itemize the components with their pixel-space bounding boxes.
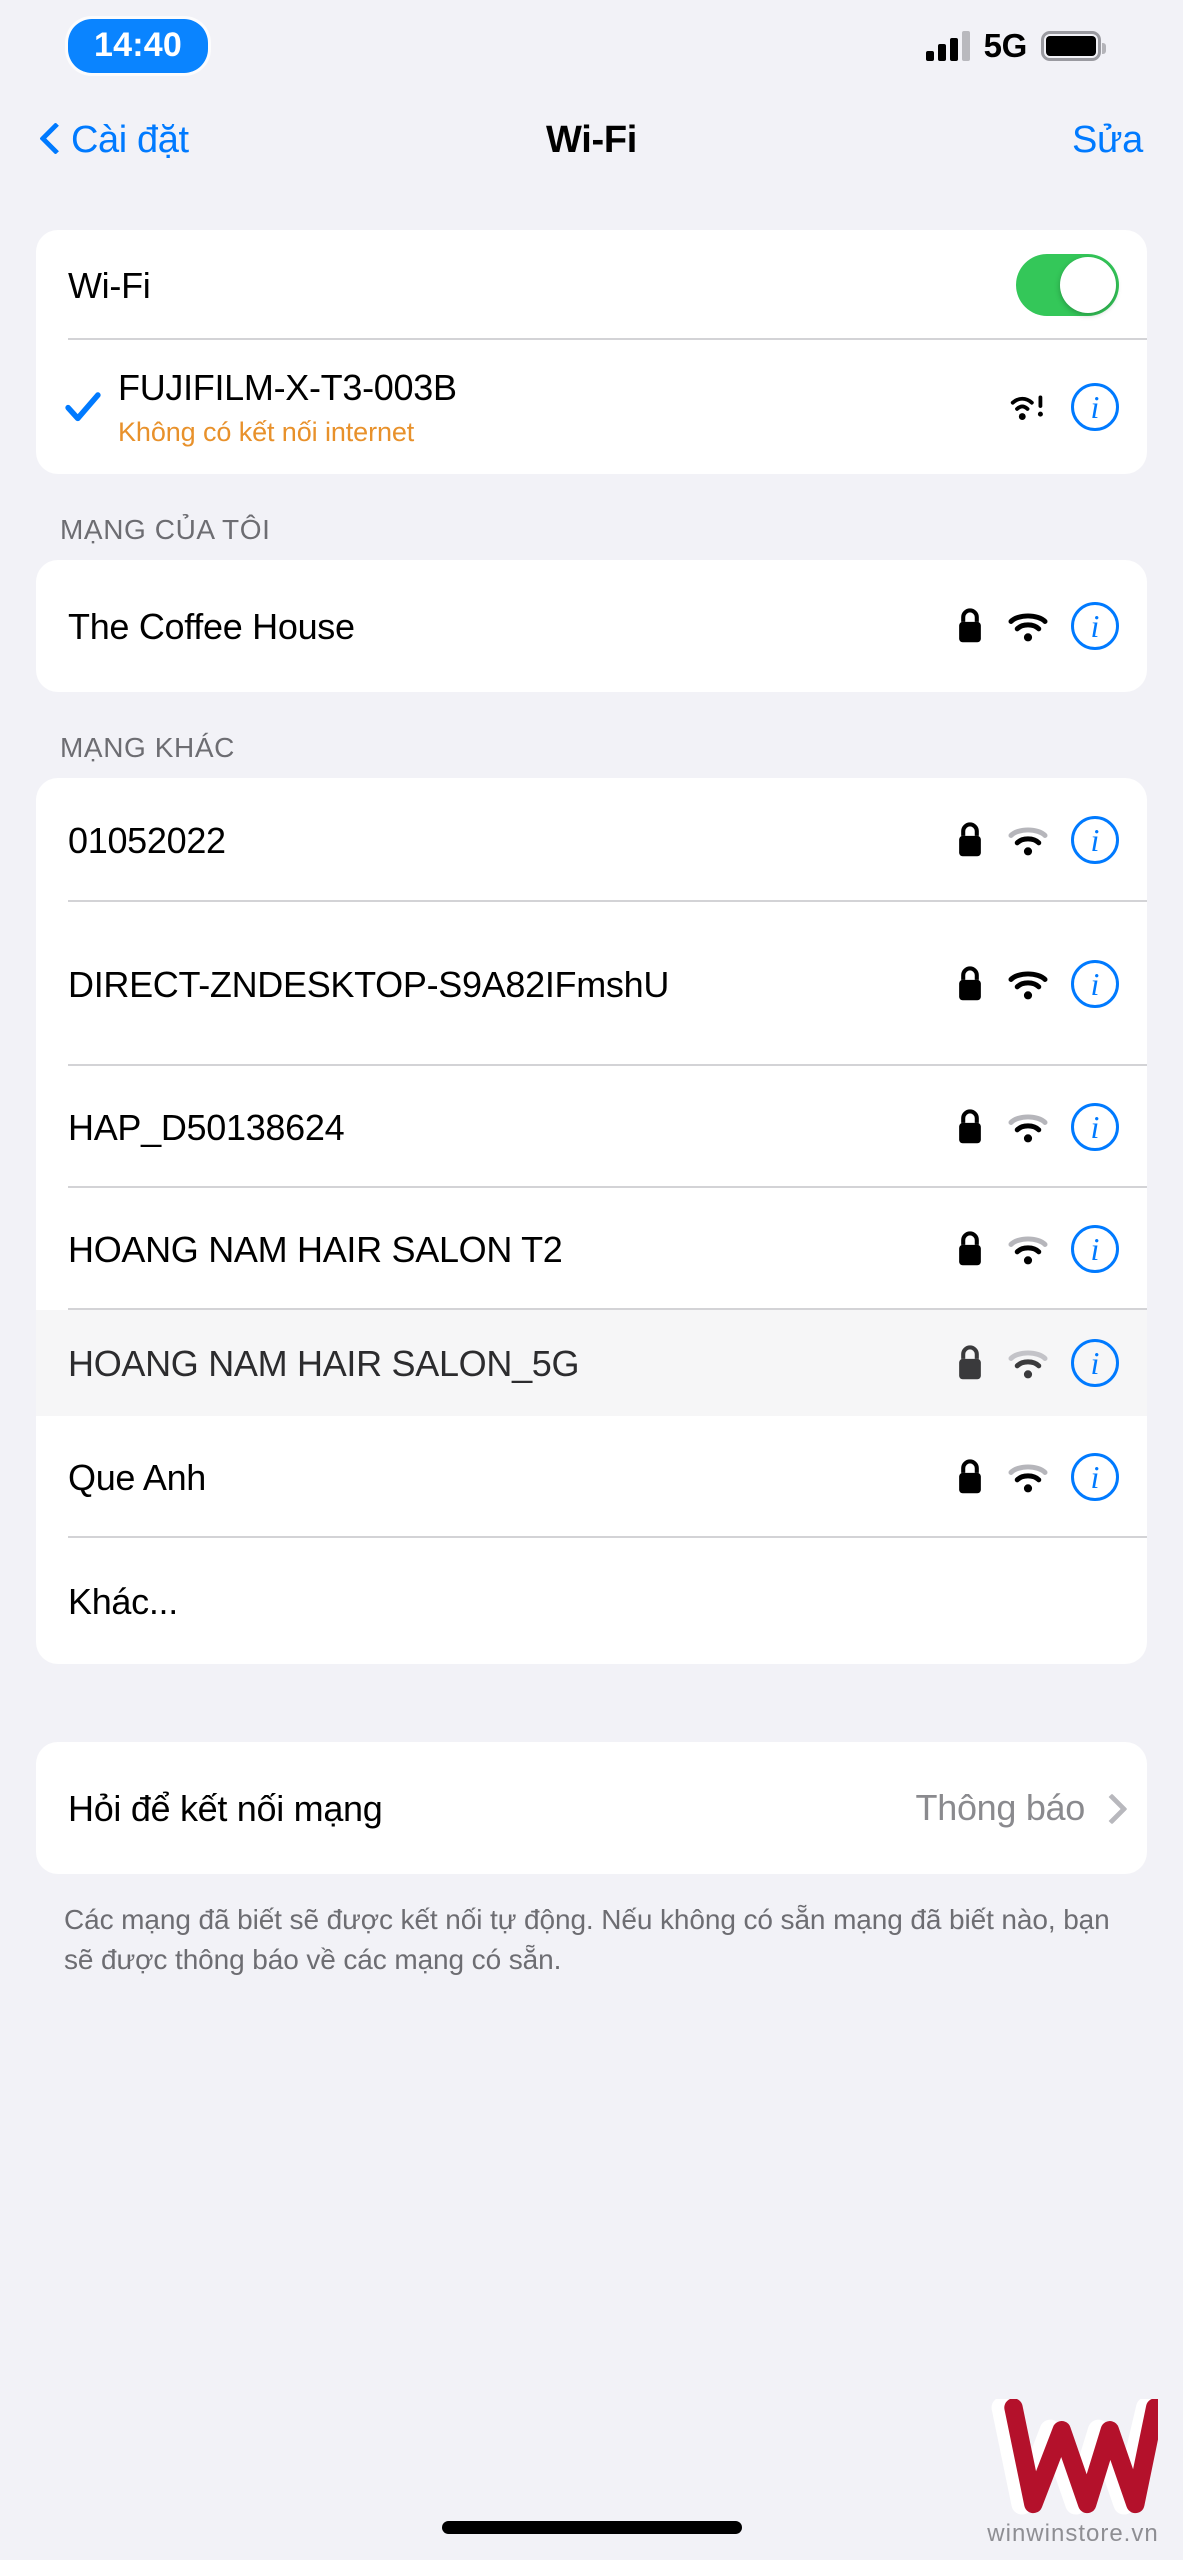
network-name: The Coffee House bbox=[68, 605, 355, 647]
network-info-button[interactable]: i bbox=[1071, 960, 1119, 1008]
wifi-icon-medium bbox=[1008, 1236, 1048, 1265]
connected-network-row[interactable]: FUJIFILM-X-T3-003B Không có kết nối inte… bbox=[36, 340, 1147, 474]
section-header-other-networks: MẠNG KHÁC bbox=[60, 732, 235, 763]
navigation-bar: Cài đặt Wi-Fi Sửa bbox=[0, 92, 1183, 188]
network-row-direct-zndesktop[interactable]: DIRECT-ZNDESKTOP-S9A82IFmshU i bbox=[36, 902, 1147, 1066]
wifi-exclamation-icon bbox=[1010, 395, 1043, 420]
back-button[interactable]: Cài đặt bbox=[40, 119, 189, 162]
wifi-toggle-switch[interactable] bbox=[1016, 254, 1119, 316]
ask-to-join-value: Thông báo bbox=[915, 1787, 1086, 1828]
wifi-status-card: Wi-Fi FUJIFILM-X-T3-003B Không có kết nố… bbox=[36, 230, 1147, 474]
chevron-right-icon bbox=[1101, 1792, 1119, 1824]
ask-to-join-card: Hỏi để kết nối mạng Thông báo bbox=[36, 1742, 1147, 1874]
wifi-toggle-label: Wi-Fi bbox=[68, 264, 151, 306]
network-name: HOANG NAM HAIR SALON_5G bbox=[68, 1342, 580, 1384]
wifi-icon-strong bbox=[1008, 971, 1048, 1000]
network-name: Que Anh bbox=[68, 1456, 207, 1498]
chevron-left-icon bbox=[40, 122, 61, 158]
settings-content: Wi-Fi FUJIFILM-X-T3-003B Không có kết nố… bbox=[0, 230, 1183, 1980]
network-info-button[interactable]: i bbox=[1071, 602, 1119, 650]
network-info-button[interactable]: i bbox=[1071, 816, 1119, 864]
lock-icon bbox=[959, 1345, 981, 1380]
ask-to-join-label: Hỏi để kết nối mạng bbox=[68, 1787, 383, 1829]
watermark: winwinstore.vn bbox=[973, 2396, 1173, 2548]
section-header-my-networks: MẠNG CỦA TÔI bbox=[60, 514, 271, 545]
network-row-que-anh[interactable]: Que Anh i bbox=[36, 1416, 1147, 1538]
status-bar-indicators: 5G bbox=[925, 27, 1106, 65]
network-info-button[interactable]: i bbox=[1071, 1339, 1119, 1387]
network-name: HOANG NAM HAIR SALON T2 bbox=[68, 1228, 563, 1270]
lock-icon bbox=[959, 966, 981, 1001]
network-row-the-coffee-house[interactable]: The Coffee House i bbox=[36, 560, 1147, 692]
network-row-hap-d50138624[interactable]: HAP_D50138624 i bbox=[36, 1066, 1147, 1188]
network-row-01052022[interactable]: 01052022 i bbox=[36, 778, 1147, 902]
connected-network-subtitle: Không có kết nối internet bbox=[118, 416, 415, 447]
lock-icon bbox=[959, 1459, 981, 1494]
wifi-icon-medium bbox=[1008, 827, 1048, 856]
battery-icon bbox=[1041, 31, 1106, 61]
network-name: DIRECT-ZNDESKTOP-S9A82IFmshU bbox=[68, 963, 670, 1005]
other-network-row[interactable]: Khác... bbox=[36, 1538, 1147, 1664]
wifi-toggle-row[interactable]: Wi-Fi bbox=[36, 230, 1147, 340]
winwinstore-logo-icon bbox=[991, 2396, 1165, 2515]
checkmark-icon bbox=[65, 392, 101, 422]
home-indicator bbox=[441, 2521, 742, 2534]
other-network-label: Khác... bbox=[68, 1580, 178, 1622]
status-bar-time-pill: 14:40 bbox=[68, 19, 208, 73]
my-networks-card: The Coffee House i bbox=[36, 560, 1147, 692]
connected-network-name: FUJIFILM-X-T3-003B bbox=[118, 366, 457, 408]
network-row-hoang-nam-hair-salon-5g[interactable]: HOANG NAM HAIR SALON_5G i bbox=[36, 1310, 1147, 1416]
other-networks-card: 01052022 i DIRECT-ZNDESKTOP-S9A82IFmshU bbox=[36, 778, 1147, 1664]
network-name: HAP_D50138624 bbox=[68, 1106, 345, 1148]
watermark-site-label: winwinstore.vn bbox=[987, 2520, 1159, 2547]
wifi-icon-medium bbox=[1008, 1464, 1048, 1493]
network-row-hoang-nam-hair-salon-t2[interactable]: HOANG NAM HAIR SALON T2 i bbox=[36, 1188, 1147, 1310]
network-info-button[interactable]: i bbox=[1071, 1453, 1119, 1501]
wifi-icon-medium bbox=[1008, 1114, 1048, 1143]
network-type-label: 5G bbox=[983, 27, 1028, 64]
status-bar: 14:40 5G bbox=[0, 0, 1183, 92]
network-info-button[interactable]: i bbox=[1071, 1225, 1119, 1273]
cellular-signal-icon bbox=[925, 31, 970, 61]
edit-button[interactable]: Sửa bbox=[1072, 119, 1143, 162]
lock-icon bbox=[959, 1109, 981, 1144]
wifi-icon-medium bbox=[1008, 1350, 1048, 1379]
ask-to-join-row[interactable]: Hỏi để kết nối mạng Thông báo bbox=[36, 1742, 1147, 1874]
network-info-button[interactable]: i bbox=[1071, 383, 1119, 431]
network-name: 01052022 bbox=[68, 819, 226, 861]
back-button-label: Cài đặt bbox=[71, 118, 189, 161]
network-info-button[interactable]: i bbox=[1071, 1103, 1119, 1151]
lock-icon bbox=[959, 822, 981, 857]
footer-description: Các mạng đã biết sẽ được kết nối tự động… bbox=[64, 1904, 1110, 1975]
lock-icon bbox=[959, 1231, 981, 1266]
wifi-icon-strong bbox=[1008, 613, 1048, 642]
lock-icon bbox=[959, 608, 981, 643]
